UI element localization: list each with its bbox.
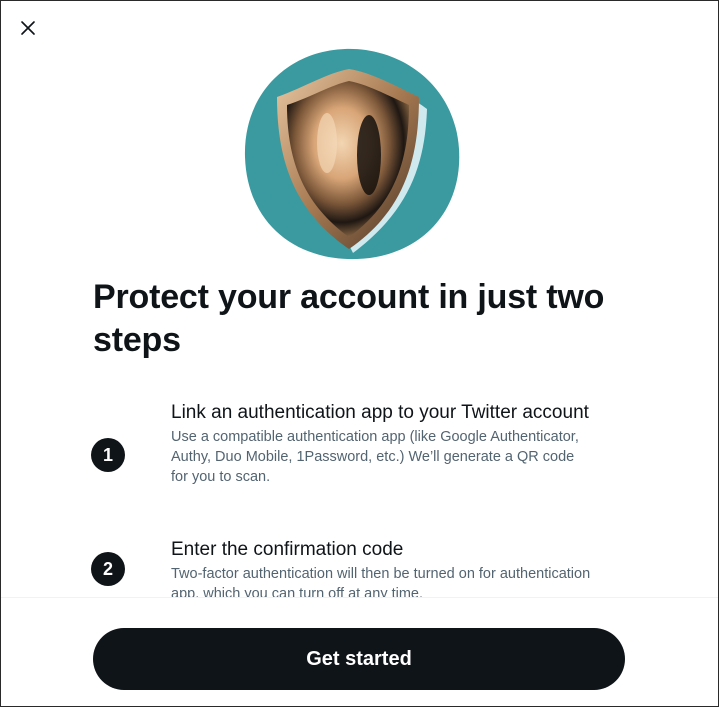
shield-icon [244, 48, 460, 260]
step-content: Enter the confirmation code Two-factor a… [171, 538, 591, 604]
step-number-badge: 1 [91, 438, 125, 472]
close-icon [21, 21, 35, 35]
dialog-footer: Get started [1, 597, 718, 706]
close-button[interactable] [13, 13, 43, 43]
get-started-button[interactable]: Get started [93, 628, 625, 690]
dialog-title: Protect your account in just two steps [93, 278, 605, 359]
shield-illustration [241, 45, 467, 263]
step-description: Use a compatible authentication app (lik… [171, 429, 579, 485]
two-factor-dialog: Protect your account in just two steps 1… [0, 0, 719, 707]
step-content: Link an authentication app to your Twitt… [171, 401, 591, 487]
step-title: Link an authentication app to your Twitt… [171, 402, 589, 423]
step-title: Enter the confirmation code [171, 539, 404, 560]
step-number-badge: 2 [91, 552, 125, 586]
